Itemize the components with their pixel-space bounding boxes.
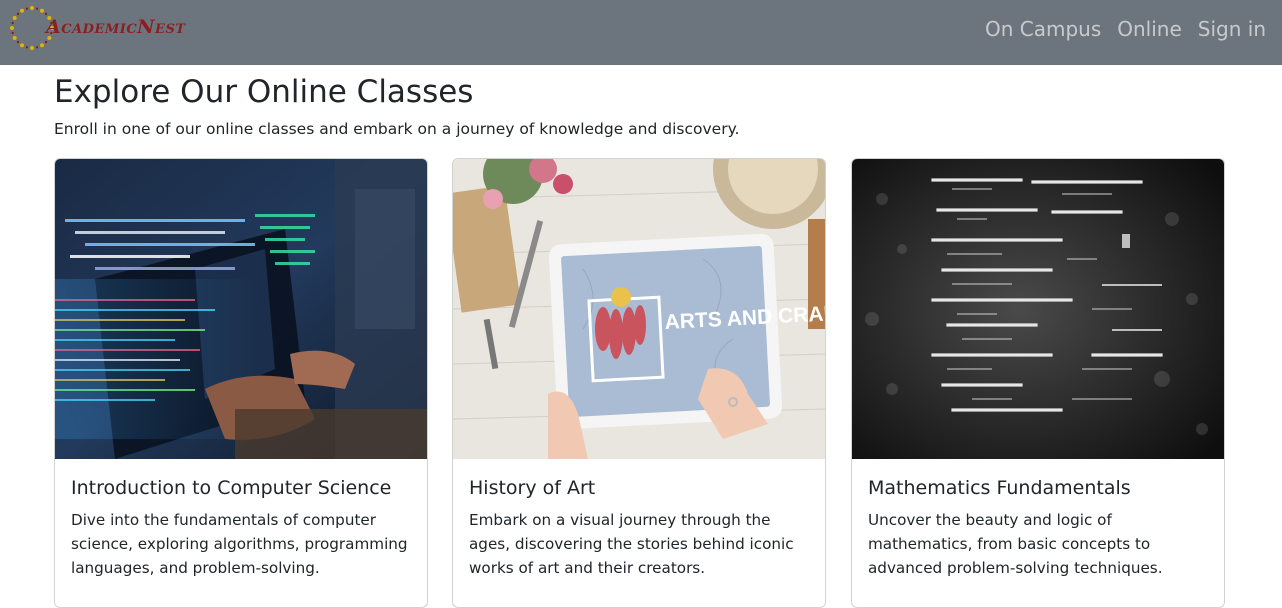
brand-logo-link[interactable]: AcademicNest <box>6 2 191 54</box>
card-title[interactable]: History of Art <box>469 477 595 499</box>
course-card-history-of-art[interactable]: ARTS AND CRAFTS History of Art Embark on… <box>452 158 826 608</box>
nav-links: On Campus Online Sign in <box>985 0 1266 58</box>
page-lead: Enroll in one of our online classes and … <box>54 120 740 138</box>
programmer-coding-photo <box>55 159 427 459</box>
nav-link-sign-in[interactable]: Sign in <box>1198 17 1266 41</box>
math-formulas-photo <box>852 159 1224 459</box>
brand-name: AcademicNest <box>46 16 186 38</box>
card-text: Dive into the fundamentals of computer s… <box>71 511 408 577</box>
course-card-computer-science[interactable]: Introduction to Computer Science Dive in… <box>54 158 428 608</box>
card-title[interactable]: Mathematics Fundamentals <box>868 477 1131 499</box>
arts-and-crafts-tablet-photo: ARTS AND CRAFTS <box>453 159 825 459</box>
card-title[interactable]: Introduction to Computer Science <box>71 477 391 499</box>
top-navbar: AcademicNest On Campus Online Sign in <box>0 0 1282 65</box>
nav-link-on-campus[interactable]: On Campus <box>985 17 1101 41</box>
nav-link-online[interactable]: Online <box>1117 17 1182 41</box>
card-text: Uncover the beauty and logic of mathemat… <box>868 511 1163 577</box>
page-title: Explore Our Online Classes <box>54 74 474 110</box>
card-text: Embark on a visual journey through the a… <box>469 511 794 577</box>
course-card-mathematics[interactable]: Mathematics Fundamentals Uncover the bea… <box>851 158 1225 608</box>
